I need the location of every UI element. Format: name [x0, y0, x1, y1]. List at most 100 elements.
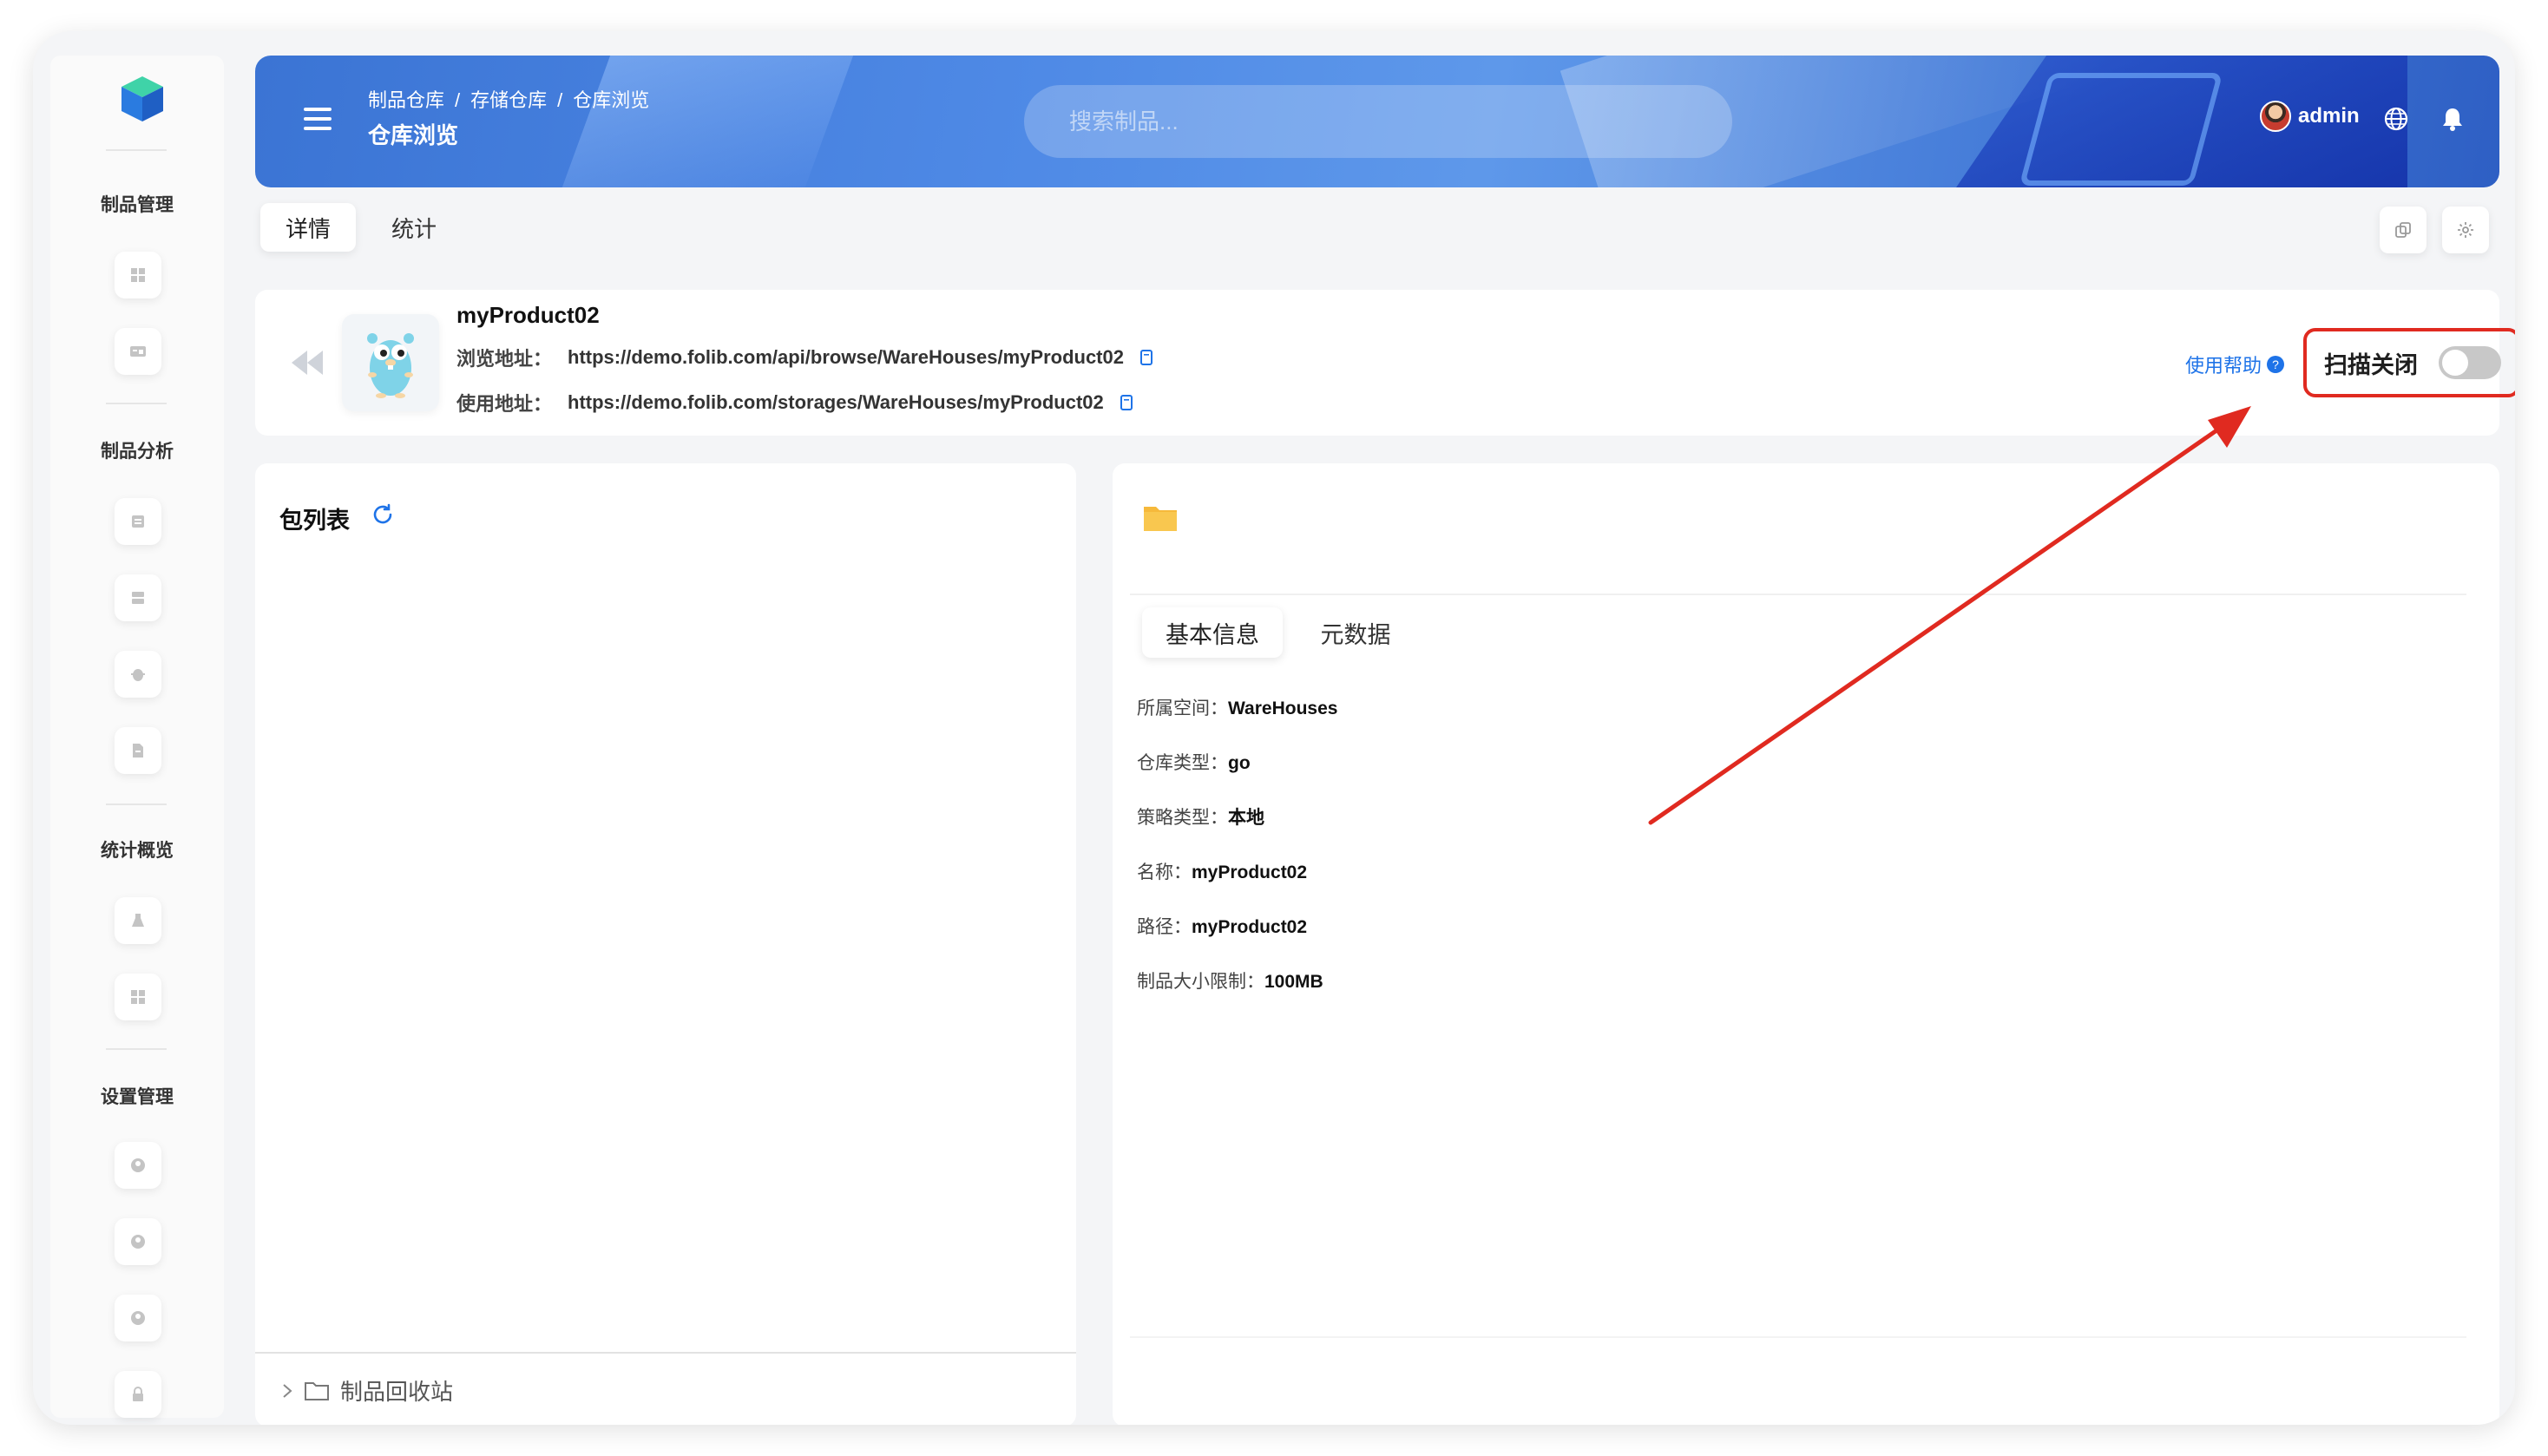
- sidebar-item-stats-grid[interactable]: [115, 974, 161, 1020]
- info-row-path: 路径：myProduct02: [1137, 913, 1307, 939]
- sidebar-item-settings-lock[interactable]: [115, 1371, 161, 1418]
- sidebar-item-analysis-list[interactable]: [115, 498, 161, 545]
- copy-window-button[interactable]: [2380, 207, 2427, 253]
- back-double-arrow-icon[interactable]: [290, 349, 325, 377]
- usage-url-value[interactable]: https://demo.folib.com/storages/WareHous…: [568, 391, 1104, 414]
- info-value: myProduct02: [1192, 862, 1308, 882]
- info-value: WareHouses: [1228, 698, 1338, 718]
- gopher-icon: [367, 333, 414, 398]
- sidebar-item-repository[interactable]: [115, 328, 161, 375]
- bug-icon: [131, 669, 145, 681]
- info-value: go: [1228, 753, 1251, 773]
- browse-url-label: 浏览地址：: [456, 348, 553, 370]
- sidebar-divider: [106, 149, 167, 151]
- app-window: 制品管理 制品分析 统计概览 设置管理 制品仓库 / 存储仓库 / 仓库浏览 仓…: [33, 31, 2515, 1425]
- tab-stats[interactable]: 统计: [366, 203, 462, 252]
- info-row-size-limit: 制品大小限制：100MB: [1137, 967, 1323, 994]
- tab-metadata[interactable]: 元数据: [1295, 607, 1416, 658]
- divider: [1130, 594, 2466, 595]
- user-icon: [131, 1235, 145, 1249]
- banner-decoration: [549, 56, 864, 187]
- info-row-type: 仓库类型：go: [1137, 749, 1251, 775]
- scan-toggle-highlight: 扫描关闭: [2303, 328, 2515, 397]
- sidebar: 制品管理 制品分析 统计概览 设置管理: [50, 56, 224, 1418]
- settings-button[interactable]: [2442, 207, 2489, 253]
- package-list-title: 包列表: [279, 508, 350, 534]
- breadcrumb-item[interactable]: 制品仓库: [368, 89, 444, 111]
- sidebar-divider: [106, 1048, 167, 1050]
- sidebar-divider: [106, 803, 167, 805]
- breadcrumb: 制品仓库 / 存储仓库 / 仓库浏览: [368, 85, 649, 113]
- help-link-label[interactable]: 使用帮助: [2185, 351, 2262, 378]
- refresh-icon[interactable]: [370, 502, 396, 528]
- usage-url-row: 使用地址： https://demo.folib.com/storages/Wa…: [456, 389, 1133, 416]
- user-name[interactable]: admin: [2298, 104, 2360, 128]
- usage-url-label: 使用地址：: [456, 393, 553, 415]
- switch-knob: [2442, 350, 2468, 376]
- breadcrumb-separator: /: [455, 89, 461, 111]
- breadcrumb-separator: /: [557, 89, 563, 111]
- sidebar-item-stats-flask[interactable]: [115, 897, 161, 944]
- search-input[interactable]: [1024, 85, 1732, 158]
- question-icon[interactable]: ?: [2267, 356, 2285, 373]
- info-label: 路径：: [1137, 917, 1192, 937]
- tab-basic-info[interactable]: 基本信息: [1142, 607, 1283, 658]
- repository-info-panel: 基本信息 元数据 所属空间：WareHouses 仓库类型：go 策略类型：本地…: [1113, 463, 2499, 1425]
- info-row-space: 所属空间：WareHouses: [1137, 694, 1337, 720]
- menu-toggle-icon[interactable]: [304, 108, 332, 132]
- grid-icon: [131, 268, 145, 282]
- sidebar-item-settings-3[interactable]: [115, 1295, 161, 1341]
- info-row-name: 名称：myProduct02: [1137, 858, 1307, 884]
- sidebar-item-settings-2[interactable]: [115, 1218, 161, 1265]
- tab-detail[interactable]: 详情: [260, 203, 356, 252]
- user-menu[interactable]: admin: [2260, 101, 2360, 132]
- product-card: myProduct02 浏览地址： https://demo.folib.com…: [255, 290, 2515, 436]
- folder-outline-icon: [305, 1381, 329, 1400]
- info-label: 名称：: [1137, 862, 1192, 882]
- sidebar-section-title: 制品分析: [101, 442, 174, 462]
- sidebar-item-settings-1[interactable]: [115, 1142, 161, 1189]
- user-icon: [131, 1311, 145, 1325]
- browse-url-value[interactable]: https://demo.folib.com/api/browse/WareHo…: [568, 346, 1124, 369]
- browse-url-row: 浏览地址： https://demo.folib.com/api/browse/…: [456, 344, 1153, 371]
- sidebar-item-analysis-server[interactable]: [115, 574, 161, 621]
- sidebar-section-title: 制品管理: [101, 195, 174, 215]
- go-logo: [342, 314, 439, 411]
- sidebar-section-title: 设置管理: [101, 1087, 174, 1107]
- copy-icon: [2395, 222, 2411, 238]
- avatar[interactable]: [2260, 101, 2291, 132]
- package-list-panel: 包列表 制品回收站: [255, 463, 1076, 1425]
- info-label: 策略类型：: [1137, 808, 1228, 828]
- info-label: 制品大小限制：: [1137, 972, 1264, 992]
- product-name: myProduct02: [456, 302, 600, 328]
- copy-icon[interactable]: [1139, 349, 1153, 366]
- folder-icon: [1144, 507, 1177, 531]
- bell-icon[interactable]: [2440, 106, 2465, 132]
- scan-toggle-switch[interactable]: [2439, 346, 2501, 379]
- info-value: 100MB: [1264, 972, 1323, 992]
- logo-icon: [121, 76, 163, 121]
- divider: [1130, 1336, 2466, 1338]
- grid-icon: [131, 990, 145, 1004]
- sidebar-section-title: 统计概览: [101, 841, 174, 861]
- scan-toggle-label: 扫描关闭: [2324, 351, 2418, 378]
- sidebar-divider: [106, 403, 167, 404]
- gear-icon: [2458, 222, 2473, 238]
- sidebar-item-analysis-doc[interactable]: [115, 727, 161, 774]
- chevron-right-icon[interactable]: [281, 1382, 293, 1400]
- info-label: 所属空间：: [1137, 698, 1228, 718]
- recycle-bin-label[interactable]: 制品回收站: [340, 1374, 453, 1407]
- info-row-policy: 策略类型：本地: [1137, 803, 1264, 830]
- user-icon: [131, 1158, 145, 1172]
- sidebar-item-overview[interactable]: [115, 252, 161, 298]
- recycle-bin-node[interactable]: 制品回收站: [281, 1374, 453, 1407]
- card-icon: [130, 346, 146, 357]
- copy-icon[interactable]: [1120, 394, 1133, 411]
- breadcrumb-item[interactable]: 存储仓库: [470, 89, 547, 111]
- sidebar-item-analysis-bug[interactable]: [115, 651, 161, 698]
- help-link[interactable]: 使用帮助 ?: [2185, 351, 2285, 378]
- globe-icon[interactable]: [2383, 106, 2409, 132]
- list-icon: [132, 515, 144, 528]
- divider: [255, 1352, 1076, 1354]
- header-banner: 制品仓库 / 存储仓库 / 仓库浏览 仓库浏览 admin: [255, 56, 2499, 187]
